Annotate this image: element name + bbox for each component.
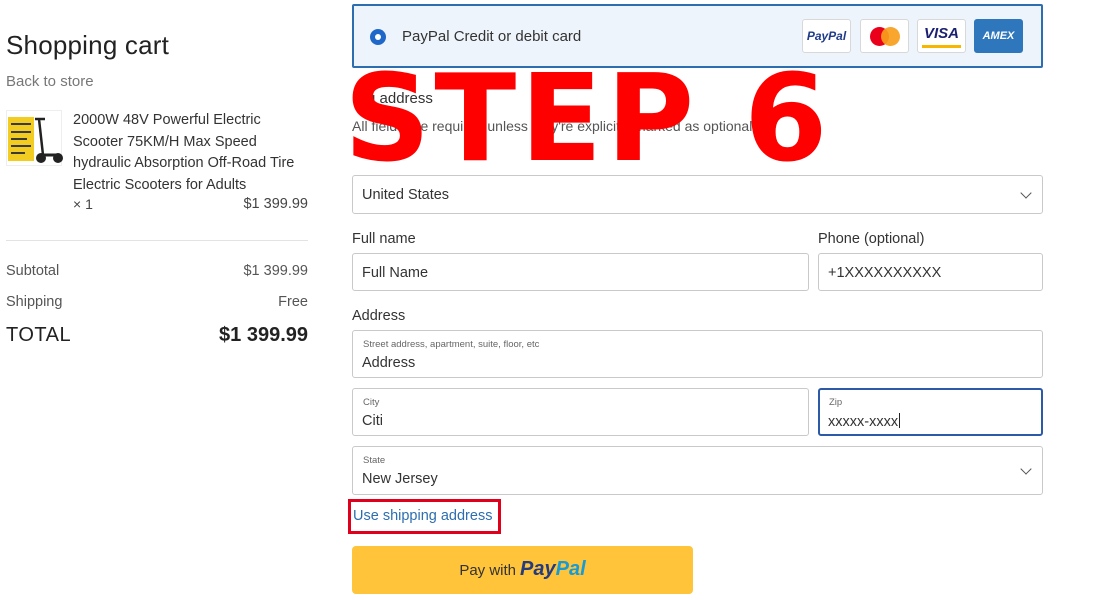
city-value: Citi xyxy=(362,413,383,429)
street-address-value: Address xyxy=(362,355,416,371)
phone-label: Phone (optional) xyxy=(818,231,925,247)
zip-value: xxxxx-xxxx xyxy=(828,414,899,430)
chevron-down-icon xyxy=(1020,186,1032,199)
city-field[interactable]: City Citi xyxy=(352,388,809,436)
street-address-label: Street address, apartment, suite, floor,… xyxy=(363,339,540,350)
zip-label: Zip xyxy=(829,397,843,408)
paypal-logo-icon: PayPal xyxy=(802,19,851,53)
product-thumbnail xyxy=(6,110,63,166)
mastercard-logo-icon xyxy=(860,19,909,53)
amex-logo-icon: AMEX xyxy=(974,19,1023,53)
state-label: State xyxy=(363,455,386,466)
text-caret xyxy=(899,413,901,428)
zip-field[interactable]: Zip xxxxx-xxxx xyxy=(818,388,1043,436)
address-label: Address xyxy=(352,308,406,324)
product-price: $1 399.99 xyxy=(243,196,308,212)
subtotal-row: Subtotal $1 399.99 xyxy=(6,263,308,279)
city-label: City xyxy=(363,397,380,408)
subtotal-label: Subtotal xyxy=(6,263,60,279)
visa-logo-icon: VISA xyxy=(917,19,966,53)
product-quantity: × 1 xyxy=(73,196,93,212)
shopping-cart-panel: Shopping cart Back to store 2000W 48V Po… xyxy=(6,30,308,346)
subtotal-value: $1 399.99 xyxy=(243,263,308,279)
product-name: 2000W 48V Powerful Electric Scooter 75KM… xyxy=(73,112,295,193)
summary-divider xyxy=(6,240,308,241)
shipping-value: Free xyxy=(278,294,308,310)
step-overlay-text: STEP 6 xyxy=(344,50,832,189)
cart-title: Shopping cart xyxy=(6,30,170,60)
use-shipping-address-link[interactable]: Use shipping address xyxy=(348,499,501,534)
state-value: New Jersey xyxy=(362,471,438,487)
scooter-icon xyxy=(35,117,63,163)
product-tag-graphic xyxy=(8,117,34,161)
paypal-brand-pal: Pal xyxy=(555,558,586,580)
paypal-brand-pay: Pay xyxy=(520,558,556,580)
shipping-label: Shipping xyxy=(6,294,63,310)
total-value: $1 399.99 xyxy=(219,324,308,346)
total-row: TOTAL $1 399.99 xyxy=(6,324,308,347)
cart-item: 2000W 48V Powerful Electric Scooter 75KM… xyxy=(6,110,308,214)
state-select[interactable]: State New Jersey xyxy=(352,446,1043,495)
chevron-down-icon xyxy=(1020,462,1032,475)
pay-with-text: Pay with xyxy=(459,562,517,579)
pay-with-paypal-button[interactable]: Pay with PayPal xyxy=(352,546,693,594)
phone-field[interactable]: +1XXXXXXXXXX xyxy=(818,253,1043,291)
total-label: TOTAL xyxy=(6,324,72,346)
back-to-store-link[interactable]: Back to store xyxy=(6,73,308,90)
full-name-field[interactable]: Full Name xyxy=(352,253,809,291)
street-address-field[interactable]: Street address, apartment, suite, floor,… xyxy=(352,330,1043,378)
phone-value: +1XXXXXXXXXX xyxy=(828,265,942,281)
shipping-row: Shipping Free xyxy=(6,294,308,310)
full-name-value: Full Name xyxy=(362,265,429,281)
zip-value-wrapper: xxxxx-xxxx xyxy=(828,413,901,430)
full-name-label: Full name xyxy=(352,231,416,247)
